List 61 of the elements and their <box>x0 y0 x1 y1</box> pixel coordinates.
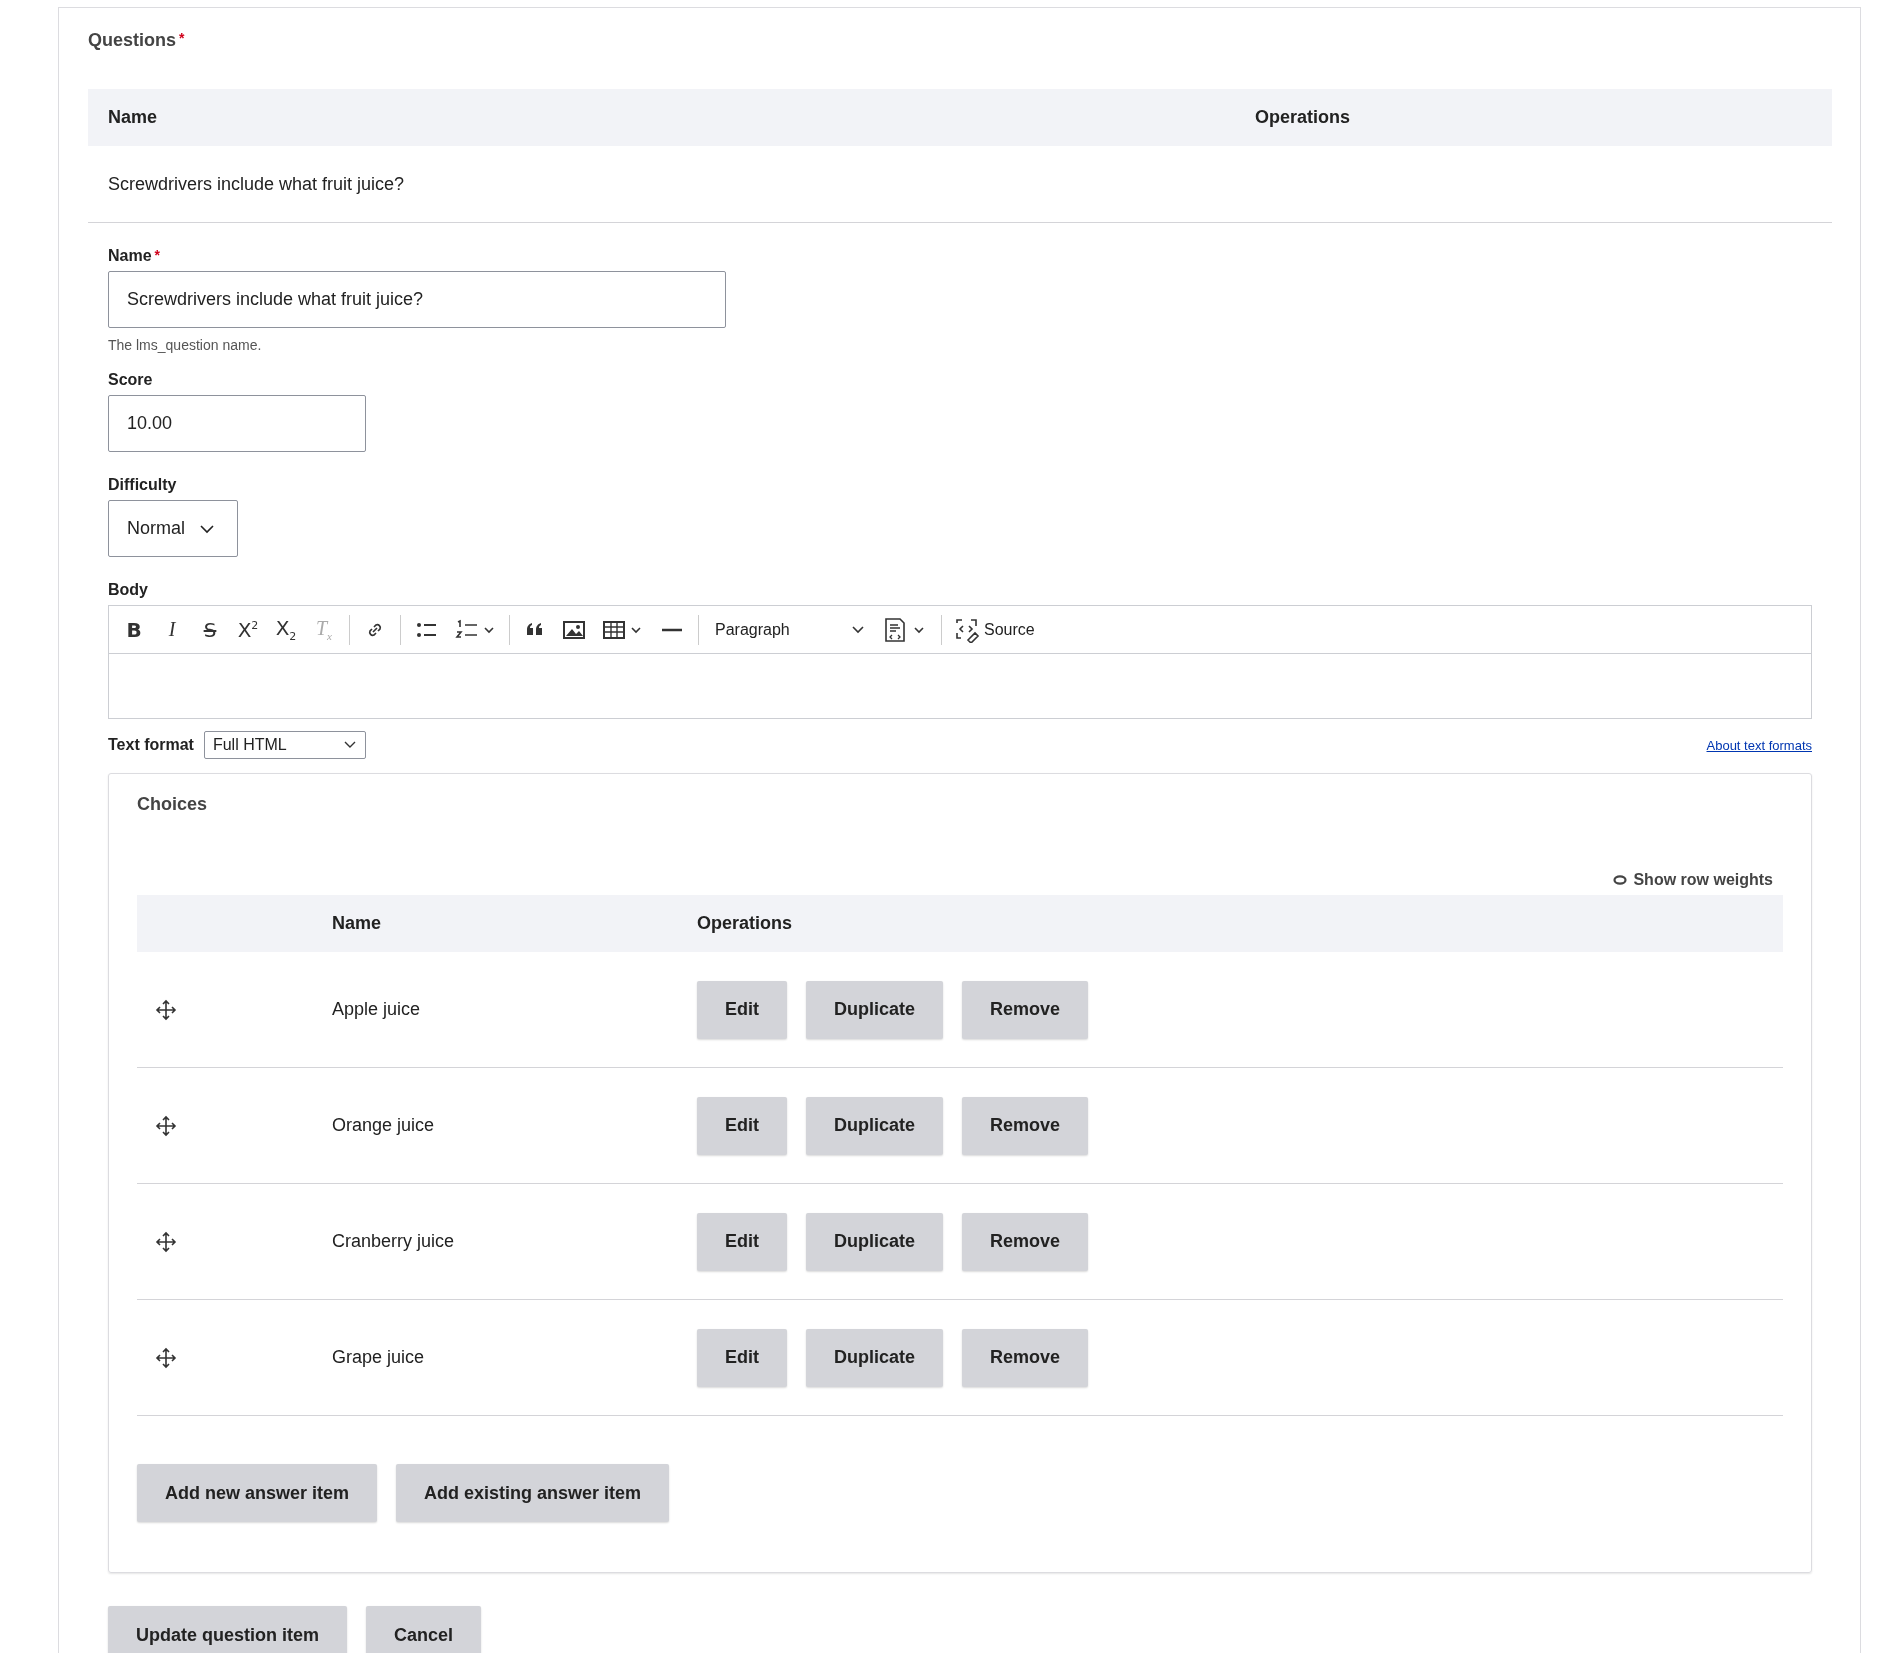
drag-handle-icon[interactable] <box>155 1346 177 1369</box>
table-cell: Screwdrivers include what fruit juice? <box>108 173 405 195</box>
row-action-button[interactable]: Remove <box>962 1328 1089 1387</box>
drag-handle-icon[interactable] <box>155 1230 177 1253</box>
form-action-button[interactable]: Cancel <box>366 1606 482 1653</box>
field-label: Body <box>108 581 148 598</box>
row-action-button[interactable]: Remove <box>962 1212 1089 1271</box>
name-input[interactable]: Screwdrivers include what fruit juice? <box>108 271 726 328</box>
form-action-button[interactable]: Update question item <box>108 1606 347 1653</box>
row-action-button[interactable]: Edit <box>697 1096 787 1155</box>
drag-handle-icon[interactable] <box>155 998 177 1021</box>
field-label: Text format <box>108 736 194 754</box>
field-label: Score <box>108 371 153 388</box>
row-action-button[interactable]: Remove <box>962 980 1089 1039</box>
required-mark: * <box>179 30 185 46</box>
strikethrough-button[interactable]: S <box>193 617 227 642</box>
about-text-formats-link[interactable]: About text formats <box>1706 737 1812 753</box>
drag-handle-icon[interactable] <box>155 1114 177 1137</box>
table-cell-text: Apple juice <box>332 999 422 1020</box>
row-action-button[interactable]: Edit <box>697 1328 787 1387</box>
row-action-button[interactable]: Duplicate <box>806 1212 944 1271</box>
column-header: Operations <box>697 913 793 934</box>
chevron-down-icon <box>851 624 865 635</box>
text-format-select[interactable]: Full HTML <box>203 731 366 759</box>
field-label: Name <box>108 247 152 264</box>
column-header: Name <box>332 913 383 934</box>
row-action-button[interactable]: Duplicate <box>806 980 944 1039</box>
row-action-button[interactable]: Duplicate <box>806 1096 944 1155</box>
bold-button[interactable]: B <box>117 617 151 642</box>
paragraph-select[interactable]: Paragraph <box>707 620 873 639</box>
numbered-list-icon[interactable] <box>455 618 495 641</box>
table-cell-text: Cranberry juice <box>332 1231 456 1252</box>
section-title: Questions <box>88 30 176 50</box>
add-answer-button[interactable]: Add new answer item <box>137 1464 378 1522</box>
table-icon[interactable] <box>602 618 644 641</box>
template-icon[interactable] <box>883 616 927 643</box>
source-button[interactable]: Source <box>954 616 1035 643</box>
add-answer-button[interactable]: Add existing answer item <box>396 1464 670 1522</box>
italic-button[interactable]: I <box>155 618 189 641</box>
difficulty-select[interactable]: Normal <box>108 500 238 557</box>
table-cell-text: Grape juice <box>332 1347 426 1368</box>
score-input[interactable]: 10.00 <box>108 395 366 452</box>
required-mark: * <box>154 247 161 263</box>
superscript-button[interactable]: X$^{2}$ <box>231 617 265 642</box>
field-label: Difficulty <box>108 476 177 493</box>
eye-icon <box>1613 875 1628 885</box>
chevron-down-icon <box>199 523 215 534</box>
subscript-button[interactable]: X$_{2}$ <box>269 616 303 643</box>
column-header: Operations <box>1254 107 1351 128</box>
row-action-button[interactable]: Edit <box>697 1212 787 1271</box>
column-header: Name <box>107 107 159 128</box>
section-title: Choices <box>137 794 209 815</box>
show-row-weights-link[interactable]: Show row weights <box>1613 871 1773 889</box>
table-cell-text: Orange juice <box>332 1115 436 1136</box>
source-code-icon <box>954 616 980 643</box>
row-action-button[interactable]: Edit <box>697 980 787 1039</box>
chevron-down-icon <box>342 740 357 750</box>
row-action-button[interactable]: Remove <box>962 1096 1089 1155</box>
row-action-button[interactable]: Duplicate <box>806 1328 944 1387</box>
field-hint: The lms_question name. <box>108 337 263 353</box>
image-icon[interactable] <box>562 618 586 641</box>
